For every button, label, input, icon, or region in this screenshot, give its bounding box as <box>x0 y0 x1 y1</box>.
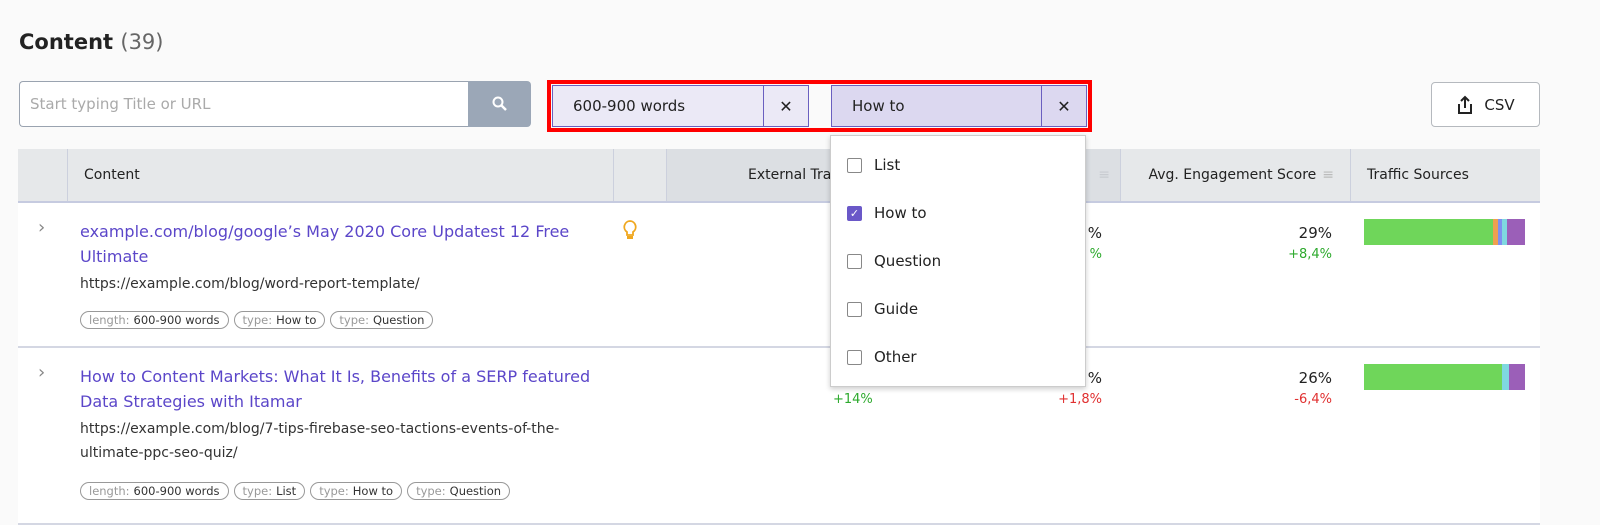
csv-export-button[interactable]: CSV <box>1431 82 1540 127</box>
column-engagement[interactable]: Avg. Engagement Score ≡ <box>1120 149 1350 201</box>
type-filter-dropdown: List ✓ How to Question Guide Other <box>830 135 1086 387</box>
col2-metric: %% <box>1087 224 1102 262</box>
tags: length: 600-900 words type: List type: How … <box>80 482 511 500</box>
traffic-segment <box>1364 219 1493 245</box>
option-other[interactable]: Other <box>847 348 917 366</box>
engagement-metric: 26% -6,4% <box>1294 369 1332 407</box>
traffic-sources-bar <box>1364 219 1525 245</box>
content-url: https://example.com/blog/7-tips-firebase… <box>80 421 560 461</box>
checkbox[interactable] <box>847 349 862 365</box>
table-header: Content External Tra ≡ Avg. Engagement Sc… <box>18 149 1540 203</box>
external-traffic-metric: +14% <box>833 392 873 407</box>
table-row: › example.com/blog/google’s May 2020 Cor… <box>18 203 1540 348</box>
export-icon <box>1458 95 1473 114</box>
tags: length: 600-900 words type: How to type: Qu… <box>80 311 434 329</box>
table-row: › How to Content Markets: What It Is, Be… <box>18 348 1540 525</box>
sort-icon[interactable]: ≡ <box>1322 167 1334 183</box>
column-content[interactable]: Content <box>67 149 613 201</box>
option-how-to[interactable]: ✓ How to <box>847 204 927 222</box>
sort-icon[interactable]: ≡ <box>1098 167 1110 183</box>
tag: type: Question <box>330 311 434 329</box>
csv-label: CSV <box>1484 95 1515 114</box>
chevron-right-icon[interactable]: › <box>38 362 45 383</box>
column-label: Traffic Sources <box>1367 167 1469 183</box>
tag: type: How to <box>310 482 403 500</box>
checkbox[interactable] <box>847 157 862 173</box>
page-title: Content (39) <box>19 30 163 54</box>
search-input[interactable] <box>19 81 469 127</box>
tag: type: How to <box>233 311 326 329</box>
search-button[interactable] <box>468 81 531 127</box>
close-icon[interactable]: ✕ <box>763 86 808 126</box>
filter-chip-length[interactable]: 600-900 words ✕ <box>552 85 809 127</box>
column-traffic-sources: Traffic Sources <box>1350 149 1540 201</box>
tag: length: 600-900 words <box>80 311 229 329</box>
tag: length: 600-900 words <box>80 482 229 500</box>
lightbulb-icon[interactable] <box>622 219 638 245</box>
tag: type: Question <box>407 482 511 500</box>
column-idea <box>613 149 666 201</box>
title-text: Content <box>19 30 114 54</box>
traffic-sources-bar <box>1364 364 1525 390</box>
traffic-segment <box>1364 364 1503 390</box>
option-guide[interactable]: Guide <box>847 300 918 318</box>
option-list[interactable]: List <box>847 156 900 174</box>
column-label: Content <box>84 167 140 183</box>
chevron-right-icon[interactable]: › <box>38 217 45 238</box>
checkbox[interactable] <box>847 301 862 317</box>
expand-column-header <box>18 149 67 201</box>
engagement-metric: 29% +8,4% <box>1288 224 1332 262</box>
traffic-segment <box>1507 219 1525 245</box>
column-label: External Tra <box>748 167 832 183</box>
checkbox[interactable] <box>847 253 862 269</box>
traffic-segment <box>1508 364 1525 390</box>
filter-chip-label: 600-900 words <box>573 97 686 115</box>
option-question[interactable]: Question <box>847 252 941 270</box>
content-count: (39) <box>120 30 164 54</box>
column-label: Avg. Engagement Score <box>1148 167 1317 183</box>
filter-chip-label: How to <box>852 97 905 115</box>
content-title-link[interactable]: example.com/blog/google’s May 2020 Core … <box>80 219 600 269</box>
content-url: https://example.com/blog/word-report-tem… <box>80 276 420 292</box>
tag: type: List <box>233 482 306 500</box>
search-icon <box>492 96 507 111</box>
content-title-link[interactable]: How to Content Markets: What It Is, Bene… <box>80 364 600 414</box>
filter-chip-type[interactable]: How to ✕ <box>831 85 1087 127</box>
close-icon[interactable]: ✕ <box>1041 86 1086 126</box>
checkbox-checked[interactable]: ✓ <box>847 205 862 221</box>
